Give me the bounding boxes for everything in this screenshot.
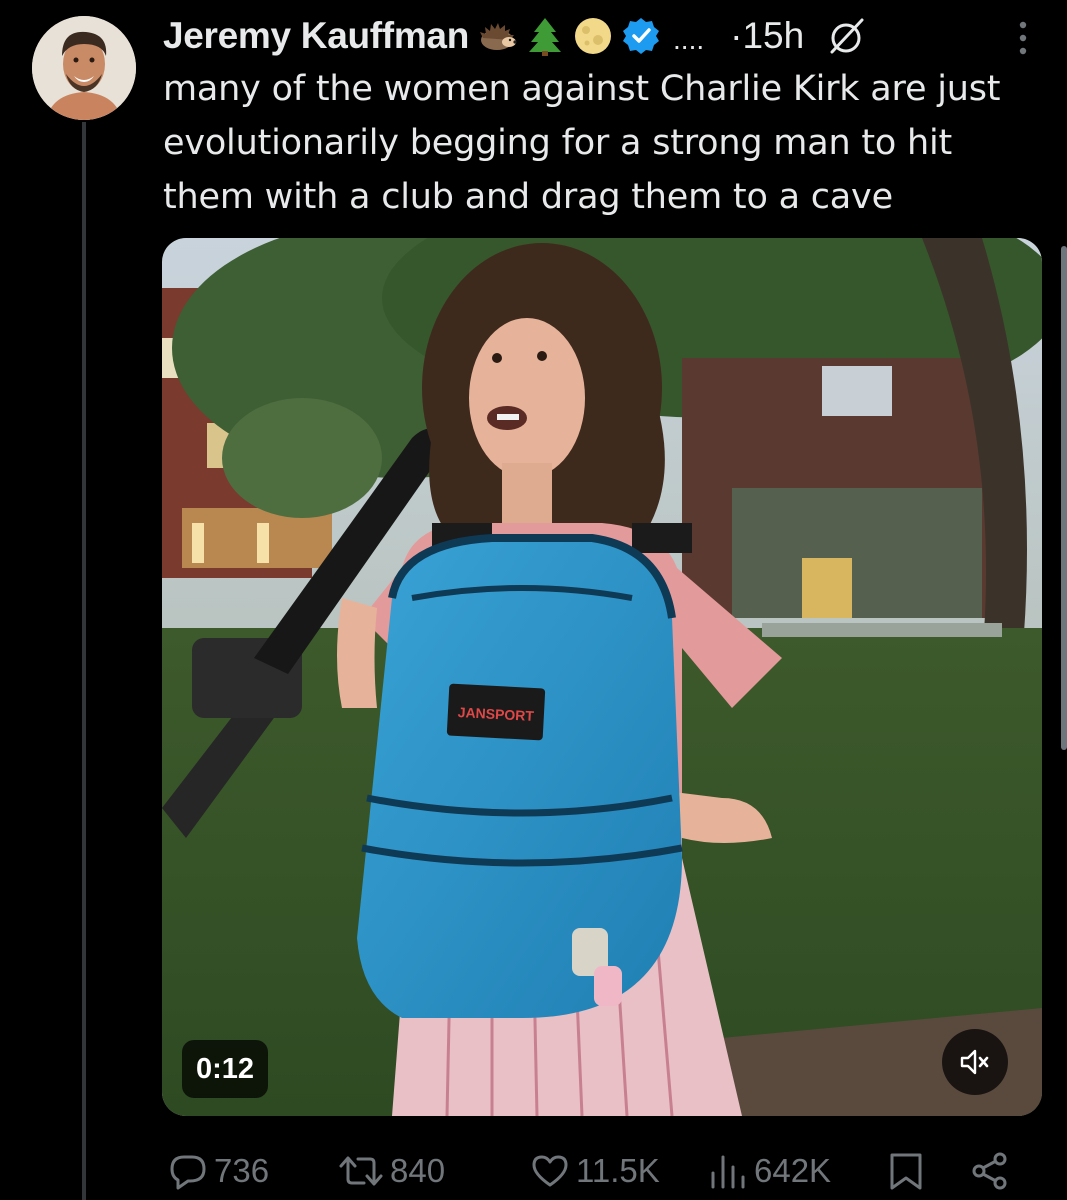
tweet-header: Jeremy Kauffman .... ·15h: [163, 8, 1047, 64]
repost-button[interactable]: 840: [338, 1148, 445, 1194]
video-player[interactable]: JANSPORT: [162, 238, 1042, 1116]
view-count: 642K: [754, 1152, 832, 1189]
views-button[interactable]: 642K: [708, 1148, 831, 1194]
repost-icon: [339, 1156, 383, 1186]
tweet-text: many of the women against Charlie Kirk a…: [163, 69, 1001, 217]
author-name[interactable]: Jeremy Kauffman: [163, 15, 469, 57]
reply-icon: [170, 1155, 206, 1190]
reply-count: 736: [214, 1152, 270, 1189]
tweet: Jeremy Kauffman .... ·15h many of the wo…: [0, 0, 1067, 1200]
like-count: 11.5K: [576, 1152, 660, 1189]
video-frame: JANSPORT: [162, 238, 1042, 1116]
grok-icon[interactable]: [826, 16, 866, 56]
action-bar: 736 840 11.5K 642K: [160, 1140, 1020, 1200]
repost-count: 840: [390, 1152, 446, 1189]
full-moon-icon: [575, 18, 612, 54]
verified-badge-icon[interactable]: [621, 16, 661, 56]
share-button[interactable]: [970, 1148, 1016, 1194]
share-icon: [972, 1152, 1007, 1190]
hedgehog-icon: [480, 23, 517, 50]
bookmark-icon: [890, 1153, 922, 1190]
badges-overflow: ....: [673, 24, 705, 55]
reply-button[interactable]: 736: [168, 1148, 269, 1194]
views-icon: [711, 1155, 745, 1189]
speaker-muted-icon: [960, 1049, 989, 1075]
bookmark-button[interactable]: [888, 1148, 930, 1194]
thread-line: [82, 122, 86, 1200]
video-timestamp: 0:12: [182, 1040, 269, 1098]
heart-icon: [532, 1155, 568, 1187]
mute-button[interactable]: [942, 1029, 1008, 1095]
like-button[interactable]: 11.5K: [530, 1148, 660, 1194]
more-options-icon[interactable]: [1017, 20, 1029, 56]
tweet-time[interactable]: ·15h: [730, 15, 804, 57]
avatar[interactable]: [32, 16, 136, 120]
evergreen-tree-icon: [529, 18, 562, 56]
scrollbar[interactable]: [1061, 246, 1067, 750]
